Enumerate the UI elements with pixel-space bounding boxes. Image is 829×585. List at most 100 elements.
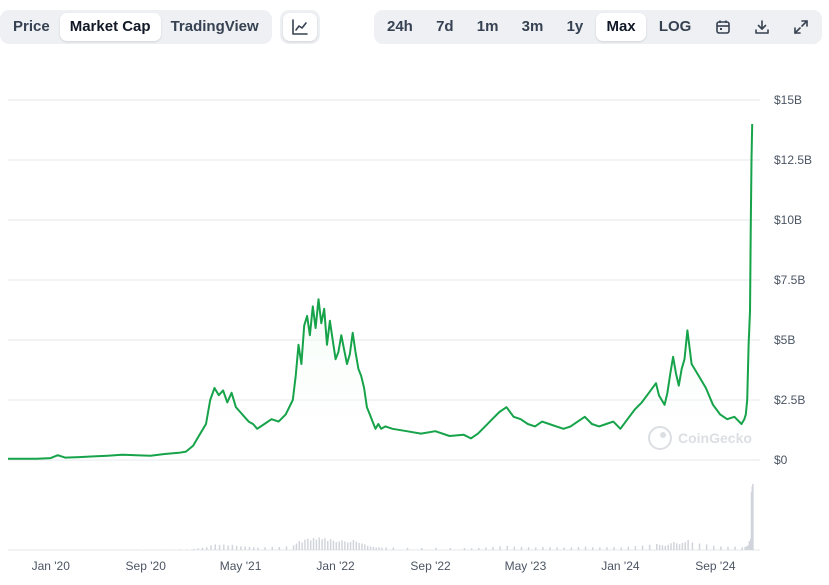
volume-bar [210,545,212,550]
chart-grid [8,99,760,551]
volume-bar [684,542,687,550]
y-tick-label: $7.5B [774,273,805,287]
volume-bar [366,545,369,550]
volume-bar [675,543,678,550]
volume-bar [549,547,551,550]
volume-bar [713,545,715,550]
market-cap-area [8,124,753,460]
volume-bar [620,547,622,550]
volume-bar [197,548,199,550]
volume-bar [240,546,242,550]
volume-bar [295,543,298,550]
volume-bar [307,538,309,550]
volume-bar [613,547,615,550]
volume-bar [705,544,708,550]
volume-bar [338,541,340,550]
x-tick-label: Sep '20 [126,559,167,573]
volume-bar [214,544,217,550]
volume-bar [747,545,749,550]
volume-bar [727,546,729,550]
volume-bar [231,544,234,550]
volume-bar [599,547,601,550]
volume-bar [227,545,229,550]
y-tick-label: $5B [774,333,795,347]
volume-bar [678,544,681,550]
volume-bar [341,540,343,550]
y-tick-label: $2.5B [774,393,805,407]
volume-bar [385,547,387,550]
volume-bar [327,541,329,550]
volume-bar [527,547,530,550]
volume-bar [358,542,360,550]
volume-bar [492,546,494,550]
y-tick-label: $12.5B [774,153,812,167]
volume-bar [369,546,372,550]
volume-bar [570,547,573,550]
x-tick-label: Jan '22 [316,559,355,573]
volume-bar [364,544,366,550]
volume-bar [499,546,501,550]
volume-bar [641,545,644,550]
volume-bar [329,539,332,550]
volume-bar [378,547,380,550]
volume-bar [186,549,188,550]
volume-bar [235,545,238,550]
volume-bar [298,541,301,550]
volume-bar [627,546,630,550]
volume-bar [556,547,558,550]
volume-bar [664,545,667,550]
volume-bar [720,546,722,550]
volume-bar [193,548,195,550]
volume-bar [681,542,684,550]
volume-bar [205,547,208,550]
volume-bar [577,547,580,550]
volume-bar [324,538,326,550]
volume-bar [309,540,312,550]
volume-bar [634,546,637,550]
volume-bar [606,547,608,550]
volume-bars [8,483,754,550]
volume-bar [667,544,669,550]
volume-bar [658,544,661,550]
volume-bar [244,546,246,550]
volume-bar [304,539,306,550]
volume-bar [670,543,672,550]
volume-bar [332,540,335,550]
volume-bar [506,545,508,550]
volume-bar [248,547,251,550]
volume-bar [691,542,694,550]
x-tick-label: Jan '20 [32,559,71,573]
volume-bar [752,483,754,550]
volume-bar [346,542,349,550]
volume-bar [534,547,537,550]
volume-bar [355,541,358,550]
volume-bar [349,541,352,550]
volume-bar [301,542,303,550]
volume-bar [591,547,594,550]
volume-bar [392,547,395,550]
volume-bar [344,541,346,550]
volume-bar [252,547,255,550]
market-cap-chart[interactable]: $0$2.5B$5B$7.5B$10B$12.5B$15B CoinGecko … [0,0,829,585]
volume-bar [648,544,651,550]
y-tick-label: $10B [774,213,802,227]
volume-bar [656,544,658,550]
y-axis: $0 $2.5B $5B $7.5B $10B $12.5B $15B [774,93,812,467]
volume-bar [584,546,587,550]
volume-bar [178,549,181,550]
volume-bar [372,547,375,550]
volume-bar [513,546,516,550]
volume-bar [285,546,288,550]
volume-bar [698,543,701,550]
volume-bar [478,547,480,550]
volume-bar [271,546,273,550]
x-tick-label: Jan '24 [601,559,640,573]
y-tick-label: $15B [774,93,802,107]
volume-bar [352,540,355,550]
x-tick-label: Sep '22 [410,559,451,573]
volume-bar [361,543,363,550]
volume-bar [257,547,259,550]
x-tick-label: May '21 [220,559,262,573]
volume-bar [406,547,409,550]
volume-bar [485,547,487,550]
